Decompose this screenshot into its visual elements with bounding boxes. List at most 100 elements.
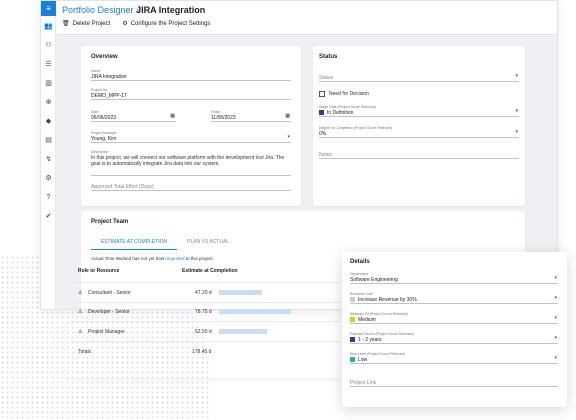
chevron-down-icon: ▾ — [554, 275, 557, 281]
note-text: Actual Time Worked has not yet been — [91, 256, 167, 261]
trash-icon: 🗑 — [62, 21, 70, 27]
need-for-decision-label: Need for Decision — [329, 91, 369, 97]
project-no-field[interactable]: Project No DEMO_MPP-17 — [91, 88, 291, 100]
breadcrumb-separator: › — [136, 5, 140, 15]
import-note: Actual Time Worked has not yet been impo… — [91, 256, 214, 261]
details-title: Details — [350, 259, 370, 265]
description-label: Description — [91, 150, 109, 154]
completion-value: 0% — [319, 131, 327, 137]
target-icon[interactable]: ⊕ — [41, 95, 56, 111]
risk-level-label: Risk Level (Project Score Relevant) — [350, 352, 406, 356]
stage-gate-value: In Definition — [327, 110, 354, 116]
approved-effort-placeholder: Approved Total Effort (Days) — [91, 184, 154, 190]
chevron-down-icon: ▾ — [554, 335, 557, 341]
approved-effort-field[interactable]: Approved Total Effort (Days) — [91, 184, 291, 191]
app-menu-icon[interactable]: ≡ — [41, 1, 56, 16]
status-placeholder: Status — [319, 75, 334, 81]
overview-title: Overview — [91, 54, 118, 60]
manager-label: Project Manager — [91, 131, 117, 135]
department-select[interactable]: Department Software Engineering ▾ — [350, 272, 558, 284]
business-goal-label: Business Goal — [350, 292, 373, 296]
manager-value: Young, Kim — [91, 136, 117, 142]
calendar-icon[interactable]: ▦ — [285, 113, 290, 119]
tab-plan-vs-actual[interactable]: PLAN VS ACTUAL — [177, 236, 239, 250]
payback-period-select[interactable]: Payback Period (Project Score Relevant) … — [350, 332, 558, 344]
finish-label: Finish — [211, 110, 221, 114]
sidebar: ≡ 👥 ⚇ ☰ ▥ ⊕ ◆ ▤ ↯ ⚙ ? ✔ — [41, 1, 56, 309]
top-bar: Portfolio Designer › JIRA Integration 🗑 D… — [56, 1, 557, 35]
name-field[interactable]: Name JIRA Integration — [91, 69, 291, 81]
bar-chart-icon[interactable]: ▥ — [41, 76, 56, 92]
route-icon[interactable]: ↯ — [41, 152, 56, 168]
project-no-value: DEMO_MPP-17 — [91, 93, 127, 99]
start-label: Start — [91, 110, 99, 114]
configure-settings-button[interactable]: ⚙ Configure the Project Settings — [122, 20, 210, 27]
need-for-decision-checkbox[interactable]: Need for Decision — [319, 91, 369, 97]
strategic-fit-label: Strategic Fit (Project Score Relevant) — [350, 312, 408, 316]
check-circle-icon[interactable]: ✔ — [41, 209, 56, 225]
chevron-down-icon: ▾ — [515, 73, 518, 79]
payback-color-swatch — [350, 337, 355, 342]
details-panel: Details Department Software Engineering … — [342, 252, 567, 407]
business-goal-select[interactable]: Business Goal Increase Revenue by 30% ▾ — [350, 292, 558, 304]
completion-select[interactable]: Degree of Completion (Project Score Rele… — [319, 126, 519, 138]
start-value: 06/06/2023 — [91, 115, 117, 121]
configure-settings-label: Configure the Project Settings — [130, 21, 211, 27]
project-link-field[interactable]: Project Link — [350, 380, 558, 387]
status-select[interactable]: Status ▾ — [319, 73, 519, 82]
chevron-down-icon: ▾ — [287, 134, 290, 140]
strategic-fit-select[interactable]: Strategic Fit (Project Score Relevant) M… — [350, 312, 558, 324]
description-field[interactable]: Description In this project, we will con… — [91, 150, 291, 176]
risk-level-select[interactable]: Risk Level (Project Score Relevant) Low … — [350, 352, 558, 364]
finish-date-field[interactable]: Finish 11/05/2023 ▦ — [211, 110, 291, 122]
imported-link[interactable]: imported — [167, 256, 185, 261]
status-card: Status Status ▾ Need for Decision Stage … — [313, 46, 525, 206]
chevron-down-icon: ▾ — [515, 129, 518, 135]
project-link-placeholder: Project Link — [350, 380, 377, 386]
department-value: Software Engineering — [350, 277, 398, 283]
stage-gate-label: Stage Gate (Project Score Relevant) — [319, 105, 376, 109]
breadcrumb: Portfolio Designer › JIRA Integration — [62, 1, 557, 15]
checkbox-icon — [319, 91, 325, 97]
notes-field[interactable]: Notes — [319, 152, 519, 159]
toolbar: 🗑 Delete Project ⚙ Configure the Project S… — [62, 20, 557, 27]
risk-level-value: Low — [358, 357, 368, 363]
strategic-fit-color-swatch — [350, 317, 355, 322]
gear-icon[interactable]: ⚙ — [41, 171, 56, 187]
project-team-title: Project Team — [91, 219, 129, 225]
help-icon[interactable]: ? — [41, 190, 56, 206]
payback-period-value: 1 - 2 years — [358, 337, 382, 343]
notes-placeholder: Notes — [319, 152, 333, 158]
name-label: Name — [91, 69, 101, 73]
description-value: In this project, we will connect our sof… — [91, 155, 285, 167]
delete-project-label: Delete Project — [72, 21, 111, 27]
finish-value: 11/05/2023 — [211, 115, 236, 121]
team-icon[interactable]: ⚇ — [41, 38, 56, 54]
chevron-down-icon: ▾ — [554, 295, 557, 301]
project-manager-select[interactable]: Project Manager Young, Kim ▾ — [91, 131, 291, 143]
tab-estimate-at-completion[interactable]: ESTIMATE AT COMPLETION — [91, 236, 178, 250]
status-title: Status — [319, 54, 338, 60]
completion-label: Degree of Completion (Project Score Rele… — [319, 126, 393, 130]
diamond-icon[interactable]: ◆ — [41, 114, 56, 130]
delete-project-button[interactable]: 🗑 Delete Project — [62, 20, 110, 27]
payback-period-label: Payback Period (Project Score Relevant) — [350, 332, 414, 336]
business-goal-value: Increase Revenue by 30% — [358, 297, 417, 303]
breadcrumb-parent[interactable]: Portfolio Designer — [62, 5, 134, 15]
chevron-down-icon: ▾ — [515, 108, 518, 114]
stage-gate-select[interactable]: Stage Gate (Project Score Relevant) In D… — [319, 105, 519, 117]
note-text-end: to this project. — [184, 256, 214, 261]
start-date-field[interactable]: Start 06/06/2023 ▦ — [91, 110, 176, 122]
name-value: JIRA Integration — [91, 74, 127, 80]
team-tabs: ESTIMATE AT COMPLETION PLAN VS ACTUAL — [91, 236, 239, 250]
list-icon[interactable]: ☰ — [41, 57, 56, 73]
document-icon[interactable]: ▤ — [41, 133, 56, 149]
strategic-fit-value: Medium — [358, 317, 376, 323]
calendar-icon[interactable]: ▦ — [170, 113, 175, 119]
stage-gate-color-swatch — [319, 110, 324, 115]
people-icon[interactable]: 👥 — [41, 19, 56, 35]
gear-icon: ⚙ — [122, 21, 128, 27]
overview-card: Overview Name JIRA Integration Project N… — [81, 46, 301, 206]
chevron-down-icon: ▾ — [554, 315, 557, 321]
project-no-label: Project No — [91, 88, 108, 92]
